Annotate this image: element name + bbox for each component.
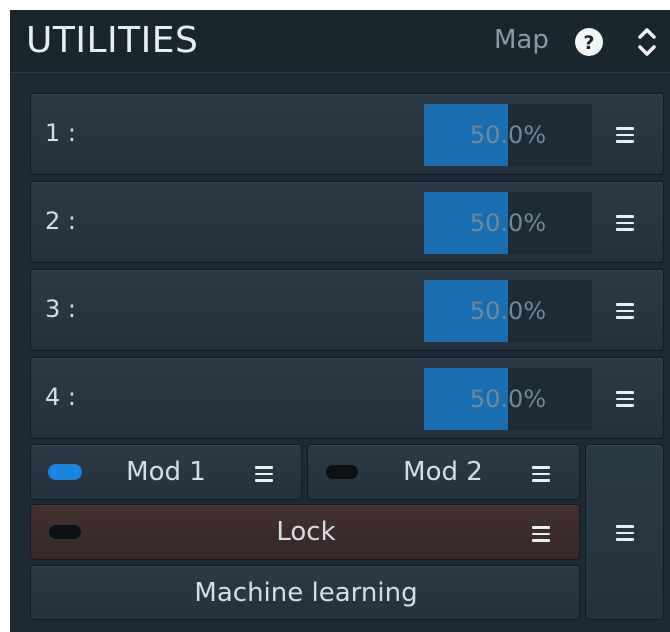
modulator-label: 4 : <box>45 383 76 411</box>
slider-value: 50.0% <box>469 209 547 237</box>
expand-collapse-icon[interactable] <box>636 25 658 59</box>
menu-icon[interactable] <box>532 526 550 542</box>
slider-value: 50.0% <box>469 297 547 325</box>
modulator-row-2[interactable]: 2 : 50.0% <box>30 181 664 263</box>
menu-icon[interactable] <box>616 525 634 541</box>
panel-title: UTILITIES <box>26 20 199 61</box>
modulator-slider[interactable]: 50.0% <box>424 280 592 342</box>
help-icon-glyph: ? <box>583 32 594 54</box>
modulator-label: 2 : <box>45 207 76 235</box>
mod2-toggle[interactable] <box>325 464 359 480</box>
utilities-panel: UTILITIES Map ? 1 : 50.0% 2 : 50.0% 3 : <box>10 10 670 632</box>
panel-header: UTILITIES Map ? <box>10 10 670 73</box>
modulator-slider[interactable]: 50.0% <box>424 368 592 430</box>
modulator-row-4[interactable]: 4 : 50.0% <box>30 357 664 439</box>
menu-icon[interactable] <box>616 215 634 231</box>
mod1-label: Mod 1 <box>126 457 206 487</box>
machine-learning-button[interactable]: Machine learning <box>30 565 580 620</box>
lock-button[interactable]: Lock <box>30 504 580 560</box>
modulator-row-1[interactable]: 1 : 50.0% <box>30 93 664 175</box>
slider-value: 50.0% <box>469 121 547 149</box>
mod2-button[interactable]: Mod 2 <box>307 444 580 500</box>
menu-icon[interactable] <box>616 303 634 319</box>
slider-value: 50.0% <box>469 385 547 413</box>
lock-label: Lock <box>276 517 336 547</box>
mod1-toggle[interactable] <box>48 464 82 480</box>
menu-icon[interactable] <box>255 466 273 482</box>
menu-icon[interactable] <box>532 466 550 482</box>
modulator-label: 1 : <box>45 119 76 147</box>
menu-icon[interactable] <box>616 127 634 143</box>
menu-icon[interactable] <box>616 391 634 407</box>
utilities-menu-button[interactable] <box>585 444 664 620</box>
modulator-slider[interactable]: 50.0% <box>424 192 592 254</box>
mod2-label: Mod 2 <box>403 457 483 487</box>
modulator-row-3[interactable]: 3 : 50.0% <box>30 269 664 351</box>
machine-learning-label: Machine learning <box>194 577 418 608</box>
mod1-button[interactable]: Mod 1 <box>30 444 302 500</box>
modulator-label: 3 : <box>45 295 76 323</box>
map-button[interactable]: Map <box>494 25 549 55</box>
modulator-slider[interactable]: 50.0% <box>424 104 592 166</box>
help-icon[interactable]: ? <box>574 27 604 57</box>
